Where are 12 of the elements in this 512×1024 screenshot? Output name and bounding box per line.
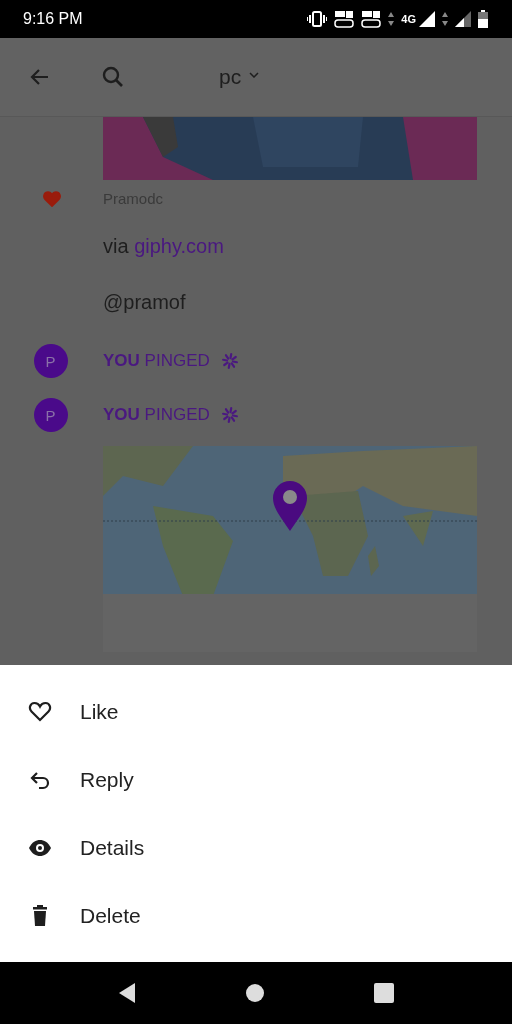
avatar: P	[33, 398, 68, 432]
status-time: 9:16 PM	[23, 10, 83, 28]
network-type: 4G	[401, 13, 416, 25]
avatar: P	[33, 344, 68, 378]
menu-item[interactable]: Like	[0, 677, 512, 746]
ping-label: YOU PINGED	[103, 405, 210, 425]
message-text: @pramof	[103, 290, 186, 313]
ping-label: YOU PINGED	[103, 351, 210, 371]
menu-item[interactable]: Reply	[0, 745, 512, 814]
menu-item[interactable]: Details	[0, 813, 512, 882]
message-text: via	[103, 234, 130, 257]
menu-item[interactable]: Delete	[0, 881, 512, 950]
